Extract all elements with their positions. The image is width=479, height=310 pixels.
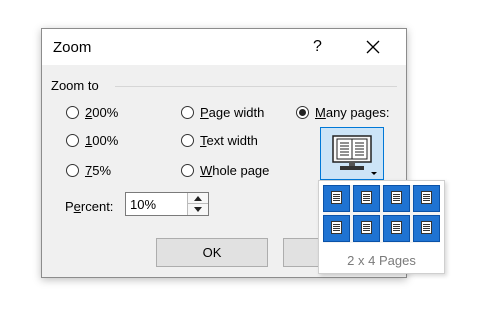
radio-text-width[interactable]: Text width (181, 133, 258, 148)
spin-buttons (187, 193, 208, 215)
radio-75-percent[interactable]: 75% (66, 163, 111, 178)
radio-page-width[interactable]: Page width (181, 105, 264, 120)
zoom-to-group-label: Zoom to (51, 78, 99, 93)
page-cell-1-3[interactable] (383, 185, 410, 212)
group-divider (115, 86, 397, 87)
percent-stepper[interactable]: 10% (125, 192, 209, 216)
percent-label: Percent: (65, 199, 114, 214)
radio-whole-page[interactable]: Whole page (181, 163, 269, 178)
page-cell-1-4[interactable] (413, 185, 440, 212)
monitor-icon (332, 135, 377, 175)
radio-many-pages[interactable]: Many pages: (296, 105, 389, 120)
page-cell-2-4[interactable] (413, 215, 440, 242)
dialog-title: Zoom (53, 39, 92, 56)
radio-circle (181, 106, 194, 119)
title-bar: Zoom ? (42, 29, 406, 65)
radio-200-label: 200% (85, 105, 119, 120)
percent-value[interactable]: 10% (130, 197, 156, 212)
page-cell-2-3[interactable] (383, 215, 410, 242)
help-button[interactable]: ? (313, 38, 322, 56)
radio-many-pages-label: Many pages: (315, 105, 390, 120)
page-cell-1-1[interactable] (323, 185, 350, 212)
spin-down-button[interactable] (188, 204, 208, 215)
radio-100-label: 100% (85, 133, 119, 148)
radio-100-percent[interactable]: 100% (66, 133, 118, 148)
close-button[interactable] (365, 39, 381, 55)
radio-circle-selected (296, 106, 309, 119)
radio-text-width-label: Text width (200, 133, 258, 148)
page-cell-1-2[interactable] (353, 185, 380, 212)
spin-up-button[interactable] (188, 193, 208, 204)
radio-200-percent[interactable]: 200% (66, 105, 118, 120)
close-icon (366, 40, 380, 54)
pages-selection-label: 2 x 4 Pages (347, 253, 416, 268)
radio-circle (66, 164, 79, 177)
many-pages-button[interactable] (320, 127, 384, 180)
radio-circle (181, 164, 194, 177)
radio-page-width-label: Page width (200, 105, 265, 120)
radio-circle (181, 134, 194, 147)
radio-circle (66, 134, 79, 147)
chevron-down-icon (371, 172, 377, 175)
radio-circle (66, 106, 79, 119)
radio-whole-page-label: Whole page (200, 163, 270, 178)
many-pages-popup: 2 x 4 Pages (318, 180, 445, 274)
page-cell-2-2[interactable] (353, 215, 380, 242)
pages-grid (323, 185, 440, 243)
page-cell-2-1[interactable] (323, 215, 350, 242)
ok-button[interactable]: OK (156, 238, 268, 267)
radio-75-label: 75% (85, 163, 112, 178)
